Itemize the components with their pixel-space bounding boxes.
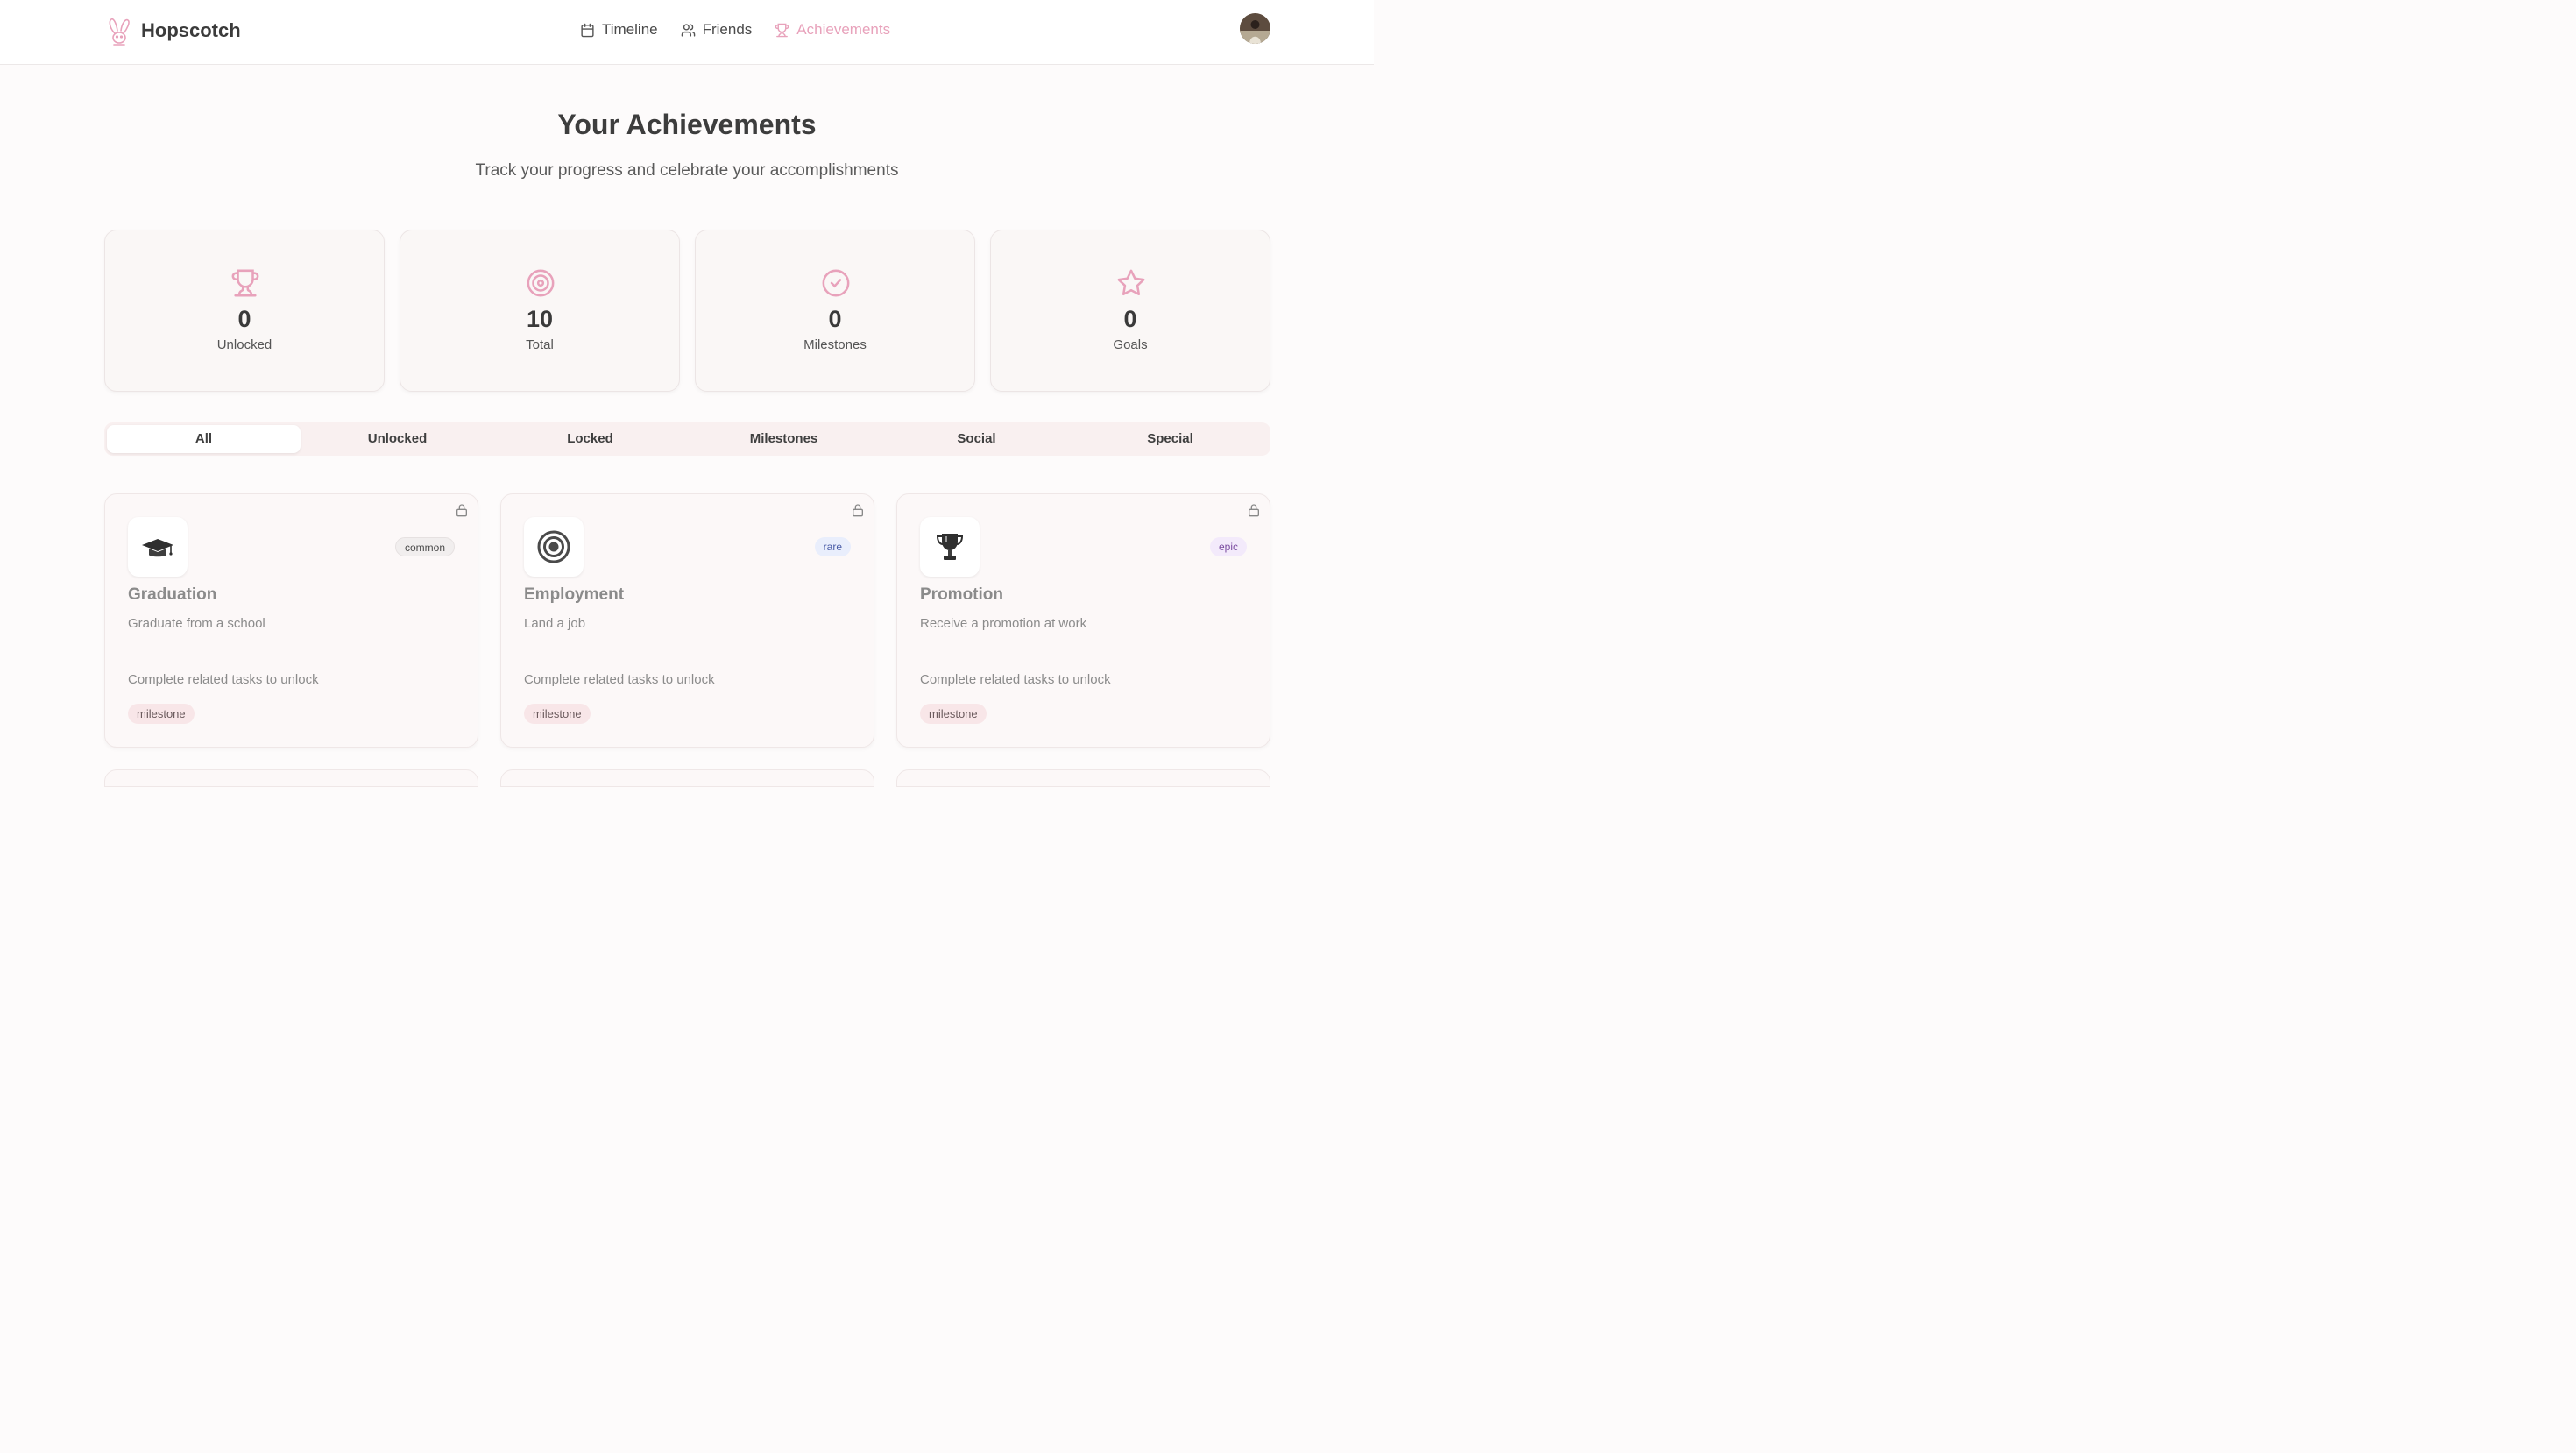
bunny-logo-icon <box>109 18 130 46</box>
tab-milestones[interactable]: Milestones <box>687 425 881 453</box>
category-tag: milestone <box>524 704 591 724</box>
check-circle-icon <box>822 269 850 297</box>
tab-locked[interactable]: Locked <box>493 425 687 453</box>
stat-card-milestones: 0 Milestones <box>695 230 975 392</box>
rarity-badge: epic <box>1209 537 1247 556</box>
achievement-icon-box <box>524 517 584 577</box>
tab-special[interactable]: Special <box>1073 425 1267 453</box>
stat-value: 0 <box>828 306 842 332</box>
achievement-icon-box <box>128 517 188 577</box>
lock-icon <box>853 504 863 517</box>
achievement-name: Employment <box>524 585 625 604</box>
stat-label: Unlocked <box>216 337 272 352</box>
stat-label: Total <box>526 337 554 352</box>
achievement-card-graduation[interactable]: common Graduation Graduate from a school… <box>104 493 478 748</box>
trophy-icon <box>775 23 789 37</box>
user-avatar[interactable] <box>1240 13 1270 44</box>
nav-achievements-label: Achievements <box>796 21 891 38</box>
achievement-card-partial[interactable] <box>500 769 874 787</box>
page-title: Your Achievements <box>557 109 817 140</box>
tab-all[interactable]: All <box>107 425 301 453</box>
lock-icon <box>1249 504 1259 517</box>
trophy-icon <box>231 269 259 297</box>
avatar-photo <box>1240 13 1270 44</box>
calendar-icon <box>581 23 594 37</box>
stat-card-total: 10 Total <box>400 230 680 392</box>
brand-name: Hopscotch <box>141 19 241 41</box>
bullseye-icon <box>537 530 570 563</box>
achievement-name: Promotion <box>920 585 1003 604</box>
stat-value: 0 <box>1123 306 1137 332</box>
category-tag: milestone <box>128 704 195 724</box>
main-nav: Timeline Friends Achievements <box>580 21 913 39</box>
unlock-hint: Complete related tasks to unlock <box>920 672 1111 687</box>
stat-card-goals: 0 Goals <box>990 230 1270 392</box>
rarity-badge: rare <box>814 537 851 556</box>
stat-card-unlocked: 0 Unlocked <box>104 230 385 392</box>
star-icon <box>1117 269 1145 296</box>
achievement-card-promotion[interactable]: epic Promotion Receive a promotion at wo… <box>896 493 1270 748</box>
tab-social[interactable]: Social <box>880 425 1073 453</box>
graduation-cap-icon <box>142 539 173 557</box>
page-subtitle: Track your progress and celebrate your a… <box>475 161 899 180</box>
trophy-icon <box>936 534 964 560</box>
lock-icon <box>456 504 467 517</box>
achievement-icon-box <box>920 517 980 577</box>
achievement-card-partial[interactable] <box>104 769 478 787</box>
rarity-badge: common <box>394 537 455 556</box>
target-icon <box>527 269 555 297</box>
tab-unlocked[interactable]: Unlocked <box>301 425 494 453</box>
stat-value: 0 <box>237 306 251 332</box>
top-navbar: Hopscotch Timeline Friends Achievements <box>0 0 1374 65</box>
achievement-card-partial[interactable] <box>896 769 1270 787</box>
achievement-description: Receive a promotion at work <box>920 616 1087 631</box>
nav-achievements[interactable]: Achievements <box>775 21 890 39</box>
stat-label: Milestones <box>803 337 867 352</box>
users-icon <box>681 23 695 37</box>
nav-timeline-label: Timeline <box>602 21 658 38</box>
achievement-card-employment[interactable]: rare Employment Land a job Complete rela… <box>500 493 874 748</box>
unlock-hint: Complete related tasks to unlock <box>524 672 715 687</box>
brand[interactable]: Hopscotch <box>106 16 241 46</box>
nav-timeline[interactable]: Timeline <box>580 21 658 39</box>
nav-friends[interactable]: Friends <box>681 21 753 39</box>
achievement-name: Graduation <box>128 585 217 604</box>
stat-label: Goals <box>1113 337 1148 352</box>
category-tag: milestone <box>920 704 987 724</box>
achievement-description: Graduate from a school <box>128 616 265 631</box>
nav-friends-label: Friends <box>702 21 753 38</box>
stat-value: 10 <box>526 306 554 332</box>
unlock-hint: Complete related tasks to unlock <box>128 672 319 687</box>
achievement-description: Land a job <box>524 616 586 631</box>
filter-tabs: All Unlocked Locked Milestones Social Sp… <box>104 422 1270 456</box>
